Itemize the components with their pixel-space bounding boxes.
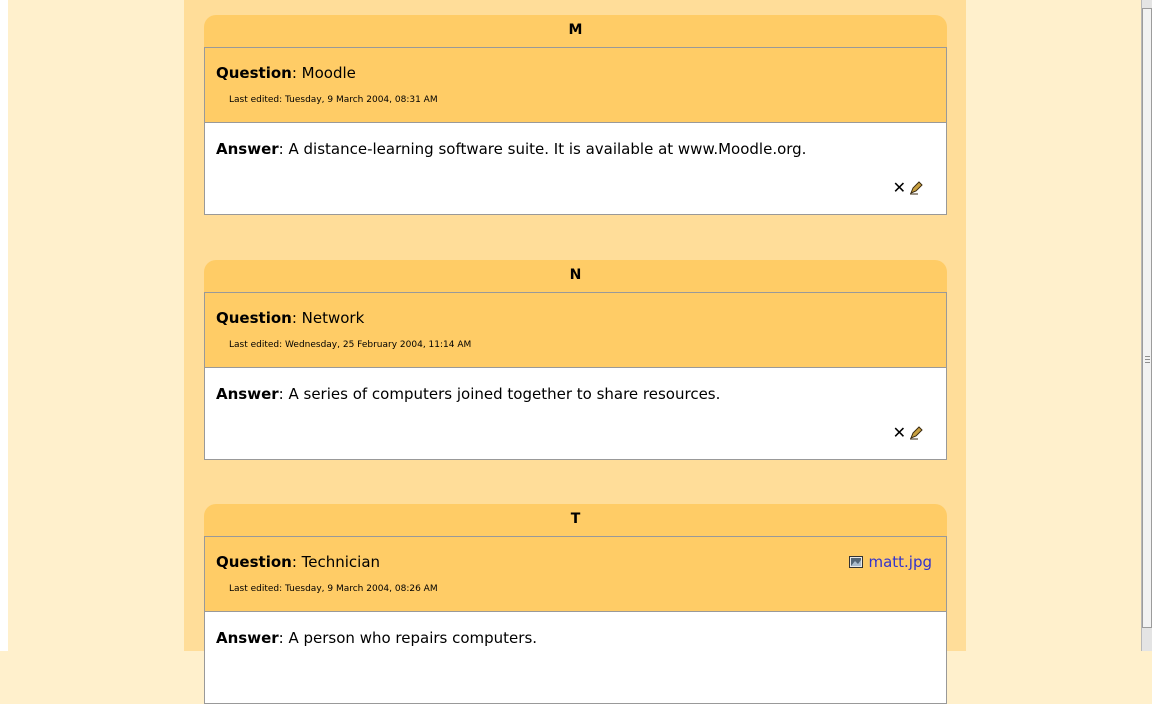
question-label: Question [216,553,292,571]
image-icon [849,556,864,568]
question-line: Question: Network [216,309,365,327]
letter-header: M [204,15,947,47]
question-line: Question: Moodle [216,64,356,82]
question-line: Question: Technician [216,553,381,571]
last-edited: Last edited: Wednesday, 25 February 2004… [229,340,472,350]
entry-box: Question: Network Last edited: Wednesday… [204,292,947,460]
scrollbar-grip [1145,362,1150,363]
answer-text: A person who repairs computers. [288,629,538,647]
answer-text: A distance-learning software suite. It i… [288,140,807,158]
entry-box: Question: Moodle Last edited: Tuesday, 9… [204,47,947,215]
letter-header: T [204,504,947,536]
window-left-edge [0,0,8,651]
answer-label: Answer [216,629,279,647]
close-icon[interactable]: ✕ [893,425,906,441]
question-text: Network [301,309,365,327]
answer-section: Answer: A person who repairs computers. [205,612,946,703]
answer-section: Answer: A distance-learning software sui… [205,123,946,214]
scrollbar-grip [1145,356,1150,357]
edit-icon[interactable] [909,181,923,195]
question-label: Question [216,64,292,82]
question-section: Question: Technician matt.jpg Last edite… [205,537,946,612]
answer-line: Answer: A distance-learning software sui… [216,140,807,158]
last-edited: Last edited: Tuesday, 9 March 2004, 08:3… [229,95,438,105]
entry-box: Question: Technician matt.jpg Last edite… [204,536,947,704]
entry-actions: ✕ [893,425,923,441]
close-icon[interactable]: ✕ [893,180,906,196]
entry-actions: ✕ [893,180,923,196]
edit-icon[interactable] [909,426,923,440]
question-text: Moodle [301,64,356,82]
answer-section: Answer: A series of computers joined tog… [205,368,946,459]
glossary-entry: M Question: Moodle Last edited: Tuesday,… [204,15,947,215]
glossary-entry: N Question: Network Last edited: Wednesd… [204,260,947,460]
scrollbar-grip [1145,359,1150,360]
answer-line: Answer: A person who repairs computers. [216,629,538,647]
answer-line: Answer: A series of computers joined tog… [216,385,721,403]
last-edited: Last edited: Tuesday, 9 March 2004, 08:2… [229,584,438,594]
attachment: matt.jpg [849,553,932,571]
attachment-link[interactable]: matt.jpg [868,553,932,571]
letter-header: N [204,260,947,292]
question-section: Question: Moodle Last edited: Tuesday, 9… [205,48,946,123]
glossary-entry: T Question: Technician matt.jpg Last edi… [204,504,947,704]
question-text: Technician [301,553,381,571]
answer-label: Answer [216,385,279,403]
answer-text: A series of computers joined together to… [288,385,721,403]
answer-label: Answer [216,140,279,158]
question-label: Question [216,309,292,327]
scrollbar-thumb[interactable] [1142,8,1152,628]
question-section: Question: Network Last edited: Wednesday… [205,293,946,368]
